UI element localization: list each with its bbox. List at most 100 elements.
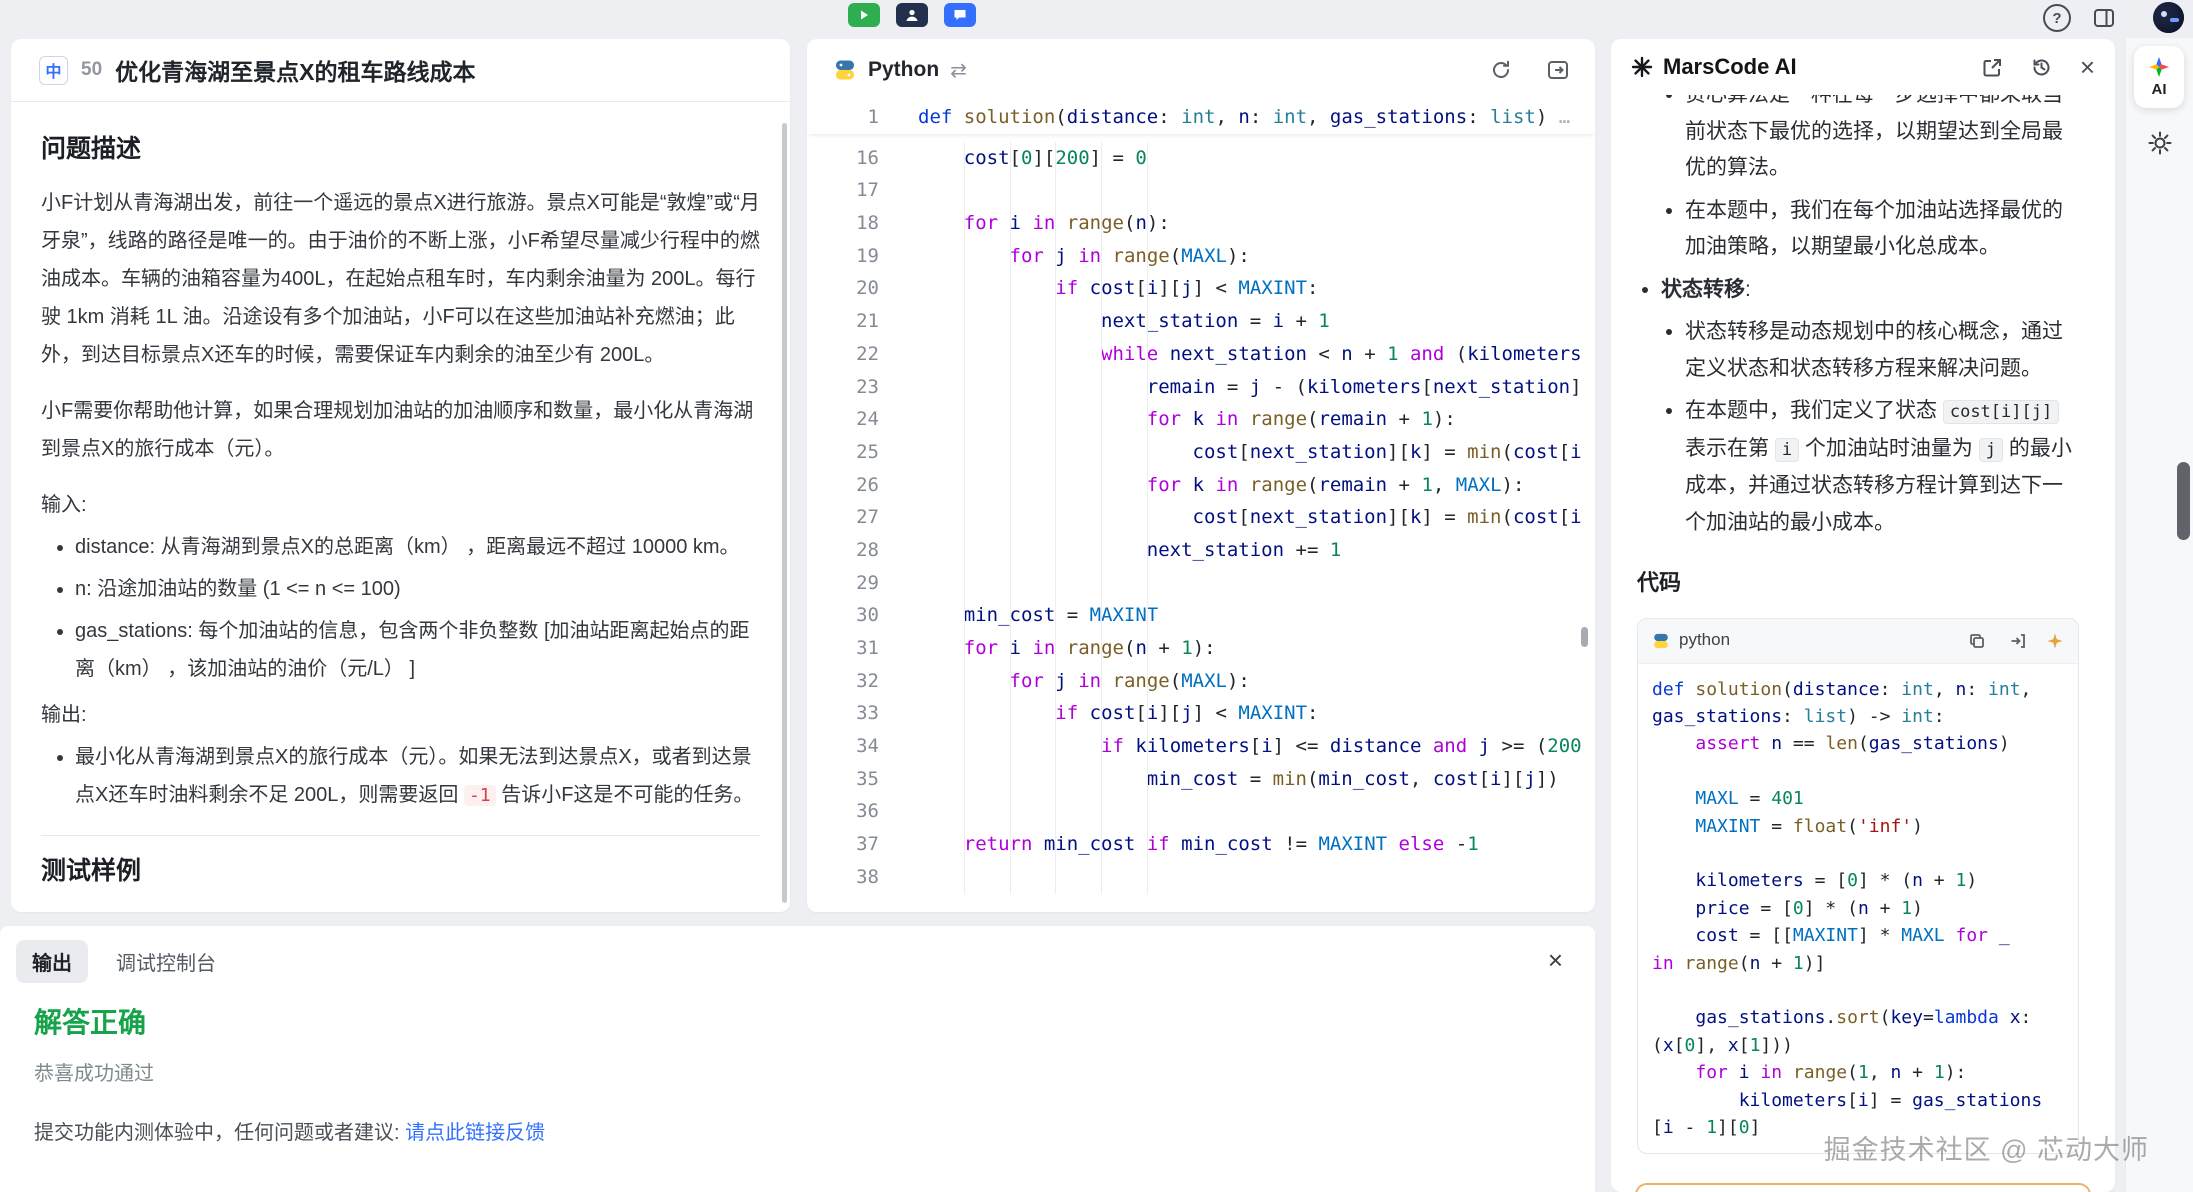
history-icon[interactable] [2031,57,2052,78]
console-close-icon[interactable]: × [1542,946,1569,974]
code-line: MAXL = 401 [1652,785,2064,812]
editor-scrollbar[interactable] [1581,627,1588,647]
assistant-code-block: def solution(distance: int, n: int,gas_s… [1638,664,2078,1154]
code-line: 33 if cost[i][j] < MAXINT: [807,697,1595,730]
problem-paragraph: 小F计划从青海湖出发，前往一个遥远的景点X进行旅游。景点X可能是“敦煌”或“月牙… [41,184,760,374]
code-line: 35 min_cost = min(min_cost, cost[i][j]) [807,763,1595,796]
line-number: 1 [807,101,885,134]
code-line: kilometers[i] = gas_stations [1652,1087,2064,1114]
line-number: 23 [807,371,885,404]
chat-button[interactable] [944,3,976,27]
line-number: 20 [807,272,885,305]
sticky-code-line: 1def solution(distance: int, n: int, gas… [807,101,1595,134]
code-line [1652,977,2064,1004]
marscode-logo-icon [1631,56,1653,78]
result-subtext: 恭喜成功通过 [34,1057,1561,1086]
user-button[interactable] [896,3,928,27]
apply-code-icon[interactable] [2046,632,2064,650]
code-line: 1def solution(distance: int, n: int, gas… [807,101,1595,134]
code-editor[interactable]: 1def solution(distance: int, n: int, gas… [807,101,1595,912]
layout-icon[interactable] [2093,8,2115,28]
transfer-sublist: 状态转移是动态规划中的核心概念，通过定义状态和状态转移方程来解决问题。 在本题中… [1661,314,2079,541]
indent-guide [964,142,965,894]
feedback-text: 提交功能内测体验中，任何问题或者建议: [34,1122,405,1144]
ai-label: AI [2152,81,2167,98]
line-number: 25 [807,436,885,469]
help-icon[interactable]: ? [2043,4,2071,32]
topbar-actions: ? [2043,4,2115,32]
run-button[interactable] [848,3,880,27]
code-line: 37 return min_cost if min_cost != MAXINT… [807,828,1595,861]
plugin-icon[interactable] [2126,130,2193,156]
problem-scrollbar[interactable] [782,123,787,903]
code-line [1652,840,2064,867]
line-number: 27 [807,501,885,534]
line-number: 32 [807,665,885,698]
console-panel: 输出 调试控制台 × 解答正确 恭喜成功通过 提交功能内测体验中，任何问题或者建… [0,926,1595,1192]
line-number: 22 [807,338,885,371]
line-number: 19 [807,240,885,273]
open-in-window-icon[interactable] [1982,57,2003,78]
line-number: 26 [807,469,885,502]
list-item: 在本题中，我们在每个加油站选择最优的加油策略，以期望最小化总成本。 [1685,193,2079,266]
code-line: 31 for i in range(n + 1): [807,632,1595,665]
divider [41,835,760,836]
input-label: 输入: [41,486,760,524]
list-item: 在本题中，我们定义了状态 cost[i][j] 表示在第 i 个加油站时油量为 … [1685,393,2079,541]
score-badge: 50 [81,59,102,81]
code-line: def solution(distance: int, n: int, [1652,676,2064,703]
line-number: 16 [807,142,885,175]
code-line: 32 for j in range(MAXL): [807,665,1595,698]
section-heading-samples: 测试样例 [41,852,760,890]
problem-panel: 中 50 优化青海湖至景点X的租车路线成本 问题描述 小F计划从青海湖出发，前往… [11,39,790,912]
chat-bubble-icon [953,8,967,22]
close-icon[interactable]: × [2080,52,2095,83]
reset-code-icon[interactable] [1490,59,1512,81]
tab-debug-console[interactable]: 调试控制台 [100,940,232,983]
ai-assistant-button[interactable]: AI [2134,46,2184,108]
code-line: 19 for j in range(MAXL): [807,240,1595,273]
assistant-content: 贪心算法是一种在每一步选择中都采取当前状态下最优的选择，以期望达到全局最优的算法… [1611,95,2115,1192]
strip-scroll-handle[interactable] [2177,462,2190,540]
avatar[interactable] [2153,2,2184,33]
line-number: 21 [807,305,885,338]
line-number: 38 [807,861,885,894]
code-line: 34 if kilometers[i] <= distance and j >=… [807,730,1595,763]
run-controls [848,3,976,27]
python-logo-icon [1652,632,1670,650]
code-line: gas_stations: list) -> int: [1652,703,2064,730]
line-number: 33 [807,697,885,730]
line-number: 30 [807,599,885,632]
insert-code-icon[interactable] [2009,632,2027,650]
console-body: 解答正确 恭喜成功通过 提交功能内测体验中，任何问题或者建议: 请点此链接反馈 [0,983,1595,1145]
watermark: 掘金技术社区 @ 芯动大师 [1824,1128,2149,1167]
pinwheel-icon [2148,56,2170,78]
tab-output[interactable]: 输出 [16,940,88,983]
code-line: 18 for i in range(n): [807,207,1595,240]
code-heading: 代码 [1637,565,2079,602]
feedback-link[interactable]: 请点此链接反馈 [405,1122,545,1144]
open-diff-icon[interactable] [1547,60,1569,80]
problem-paragraph: 小F需要你帮助他计算，如果合理规划加油站的加油顺序和数量，最小化从青海湖到景点X… [41,392,760,468]
swap-language-icon[interactable]: ⇄ [950,58,967,83]
code-line: for i in range(1, n + 1): [1652,1059,2064,1086]
line-number: 34 [807,730,885,763]
list-item: gas_stations: 每个加油站的信息，包含两个非负整数 [加油站距离起始… [75,612,760,688]
line-number: 31 [807,632,885,665]
line-number: 28 [807,534,885,567]
code-line: cost = [[MAXINT] * MAXL for _ [1652,922,2064,949]
code-line: 16 cost[0][200] = 0 [807,142,1595,175]
side-strip: AI [2125,38,2193,1192]
code-line: 17 [807,174,1595,207]
problem-title: 优化青海湖至景点X的租车路线成本 [115,53,475,87]
code-line: in range(n + 1)] [1652,950,2064,977]
code-line: 23 remain = j - (kilometers[next_station… [807,371,1595,404]
assistant-title: MarsCode AI [1663,54,1797,80]
play-icon [858,9,870,21]
copy-code-icon[interactable] [1968,632,1986,650]
line-number: 35 [807,763,885,796]
output-list: 最小化从青海湖到景点X的旅行成本（元）。如果无法到达景点X，或者到达景点X还车时… [41,738,760,815]
ai-chat-input[interactable] [1635,1183,2091,1192]
indent-guide [1010,142,1011,894]
problem-body: 问题描述 小F计划从青海湖出发，前往一个遥远的景点X进行旅游。景点X可能是“敦煌… [11,102,790,890]
